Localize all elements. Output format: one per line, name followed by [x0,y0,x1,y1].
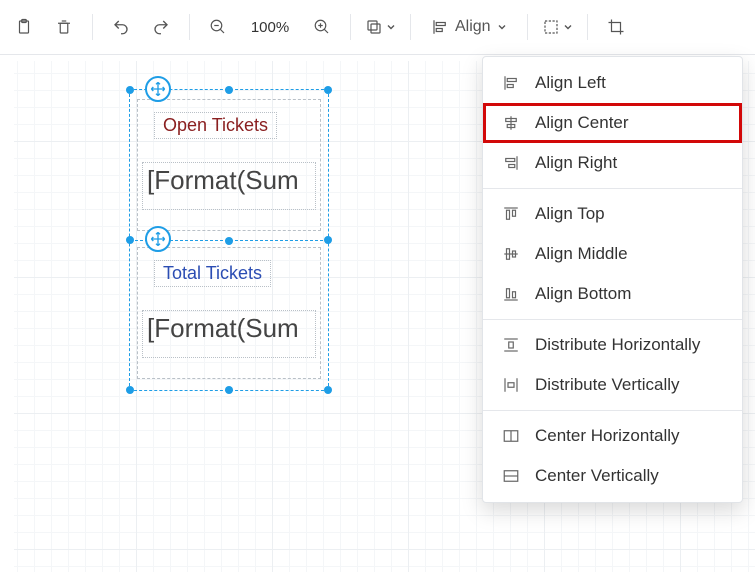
copy-dropdown-button[interactable] [361,9,400,45]
menu-label: Align Right [535,153,617,173]
menu-label: Align Left [535,73,606,93]
menu-center-horizontally[interactable]: Center Horizontally [483,416,742,456]
move-handle[interactable] [145,226,171,252]
resize-handle[interactable] [324,86,332,94]
menu-separator [483,410,742,411]
chevron-down-icon [497,22,507,32]
menu-label: Align Middle [535,244,628,264]
distribute-vertical-icon [501,375,521,395]
menu-label: Align Top [535,204,605,224]
undo-button[interactable] [103,9,139,45]
menu-label: Center Vertically [535,466,659,486]
align-dropdown-button[interactable]: Align [421,9,517,45]
menu-label: Distribute Horizontally [535,335,700,355]
separator [189,14,190,40]
menu-distribute-vertically[interactable]: Distribute Vertically [483,365,742,405]
center-vertical-icon [501,466,521,486]
paste-button[interactable] [6,9,42,45]
card-total-tickets[interactable]: Total Tickets [Format(Sum [137,247,321,379]
menu-separator [483,188,742,189]
align-left-icon [431,18,449,36]
menu-align-right[interactable]: Align Right [483,143,742,183]
menu-center-vertically[interactable]: Center Vertically [483,456,742,496]
menu-align-left[interactable]: Align Left [483,63,742,103]
resize-handle[interactable] [324,386,332,394]
align-left-icon [501,73,521,93]
align-middle-icon [501,244,521,264]
separator [587,14,588,40]
resize-handle[interactable] [225,386,233,394]
redo-button[interactable] [143,9,179,45]
separator [350,14,351,40]
menu-label: Center Horizontally [535,426,680,446]
separator [410,14,411,40]
resize-handle[interactable] [225,237,233,245]
separator [527,14,528,40]
align-menu: Align Left Align Center Align Right Alig… [482,56,743,503]
zoom-out-button[interactable] [200,9,236,45]
toolbar: 100% Align [0,0,755,55]
delete-button[interactable] [46,9,82,45]
menu-label: Distribute Vertically [535,375,680,395]
menu-label: Align Bottom [535,284,631,304]
select-dropdown-button[interactable] [538,9,577,45]
menu-align-center[interactable]: Align Center [483,103,742,143]
menu-align-middle[interactable]: Align Middle [483,234,742,274]
menu-separator [483,319,742,320]
distribute-horizontal-icon [501,335,521,355]
center-horizontal-icon [501,426,521,446]
align-label: Align [455,18,491,36]
resize-handle[interactable] [126,86,134,94]
card-title[interactable]: Open Tickets [154,112,277,139]
zoom-in-button[interactable] [304,9,340,45]
menu-align-top[interactable]: Align Top [483,194,742,234]
menu-label: Align Center [535,113,629,133]
align-top-icon [501,204,521,224]
card-title[interactable]: Total Tickets [154,260,271,287]
crop-button[interactable] [598,9,634,45]
menu-distribute-horizontally[interactable]: Distribute Horizontally [483,325,742,365]
menu-align-bottom[interactable]: Align Bottom [483,274,742,314]
chevron-down-icon [563,22,573,32]
card-open-tickets[interactable]: Open Tickets [Format(Sum [137,99,321,231]
align-center-icon [501,113,521,133]
card-value[interactable]: [Format(Sum [142,162,316,210]
resize-handle[interactable] [225,86,233,94]
zoom-level[interactable]: 100% [240,19,300,36]
align-bottom-icon [501,284,521,304]
align-right-icon [501,153,521,173]
card-value[interactable]: [Format(Sum [142,310,316,358]
chevron-down-icon [386,22,396,32]
resize-handle[interactable] [126,386,134,394]
move-handle[interactable] [145,76,171,102]
separator [92,14,93,40]
